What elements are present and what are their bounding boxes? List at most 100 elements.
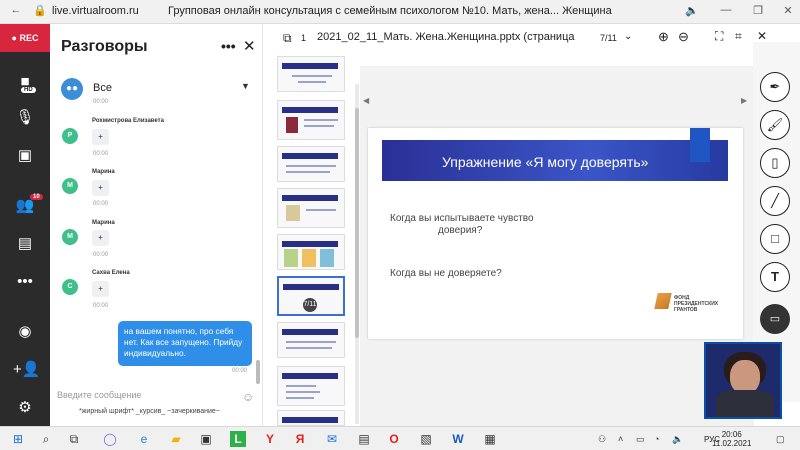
message-input[interactable]: Введите сообщение bbox=[57, 390, 257, 404]
assistant-icon[interactable]: ◯ bbox=[102, 431, 118, 447]
message-time: 00:00 bbox=[93, 303, 109, 309]
windows-start-icon[interactable]: ⊞ bbox=[10, 431, 26, 447]
tray-network-icon[interactable]: ▭ bbox=[636, 434, 645, 445]
folder-icon[interactable]: ▤ bbox=[356, 431, 372, 447]
participants-count-badge: 10 bbox=[30, 194, 43, 200]
message-time: 00:00 bbox=[93, 201, 109, 207]
chat-filter-label[interactable]: Все bbox=[93, 82, 112, 94]
address-url[interactable]: live.virtualroom.ru bbox=[52, 5, 139, 17]
store-icon[interactable]: ▣ bbox=[198, 431, 214, 447]
app-l-icon[interactable]: L bbox=[230, 431, 246, 447]
tray-people-icon[interactable]: ⚇ bbox=[598, 434, 606, 445]
message-time: 00:00 bbox=[93, 151, 109, 157]
chat-icon[interactable]: ▤ bbox=[13, 234, 37, 254]
slide-thumbnail[interactable] bbox=[277, 188, 345, 228]
brush-icon[interactable]: 🖌 bbox=[760, 110, 790, 140]
user-avatar: С bbox=[62, 279, 78, 295]
page-counter: 7/11 bbox=[600, 33, 617, 43]
next-slide-icon[interactable]: ▶ bbox=[741, 96, 747, 105]
message-bubble: + bbox=[92, 180, 109, 196]
slide-thumbnails: 7/11 bbox=[275, 54, 347, 426]
rectangle-icon[interactable]: □ bbox=[760, 224, 790, 254]
speaker-video[interactable] bbox=[704, 342, 782, 419]
message-author: Марина bbox=[92, 220, 115, 226]
message-bubble: + bbox=[92, 129, 109, 145]
emoji-icon[interactable]: ☺ bbox=[242, 390, 254, 404]
slide-thumbnail[interactable] bbox=[277, 366, 345, 406]
slide-title: Упражнение «Я могу доверять» bbox=[442, 154, 649, 170]
slide-thumbnail-active[interactable]: 7/11 bbox=[277, 276, 345, 316]
yandex-browser-icon[interactable]: Я bbox=[292, 431, 308, 447]
pen-icon[interactable]: ✒ bbox=[760, 72, 790, 102]
zoom-in-icon[interactable]: ⊕ bbox=[658, 29, 669, 45]
rec-indicator[interactable]: ● REC bbox=[0, 24, 50, 52]
slide-question-1-cont: доверия? bbox=[438, 225, 483, 236]
close-document-icon[interactable]: ✕ bbox=[757, 29, 767, 43]
tray-volume-icon[interactable]: 🔈 bbox=[672, 434, 683, 445]
slide-question-1: Когда вы испытываете чувство bbox=[390, 213, 534, 224]
message-time: 00:00 bbox=[93, 252, 109, 258]
notifications-icon[interactable]: ▢ bbox=[776, 434, 785, 445]
chevron-down-icon[interactable]: ▼ bbox=[241, 81, 250, 91]
lock-icon[interactable]: 🔒 bbox=[32, 4, 48, 17]
tray-wifi-icon[interactable]: ◔ bbox=[654, 434, 659, 444]
mail-icon[interactable]: ✉ bbox=[324, 431, 340, 447]
screen-share-icon[interactable]: ▣ bbox=[13, 146, 37, 166]
chat-panel: Разговоры ••• ✕ ●● Все ▼ 00:00 Р Рохмист… bbox=[50, 24, 263, 426]
minimize-icon[interactable]: — bbox=[718, 4, 734, 16]
more-icon[interactable]: ••• bbox=[13, 272, 37, 292]
message-author: Рохмистрова Елизавета bbox=[92, 118, 164, 124]
explorer-folder-icon[interactable]: ▰ bbox=[168, 431, 184, 447]
photos-icon[interactable]: ▧ bbox=[418, 431, 434, 447]
task-view-icon[interactable]: ⧉ bbox=[66, 431, 82, 447]
slide-title-band: Упражнение «Я могу доверять» bbox=[382, 140, 728, 181]
toggle-video-icon[interactable]: ▭ bbox=[760, 304, 790, 334]
zoom-out-icon[interactable]: ⊖ bbox=[678, 29, 689, 45]
slide-thumbnail[interactable] bbox=[277, 56, 345, 92]
own-message-time: 00:00 bbox=[232, 368, 248, 374]
slide-thumbnail[interactable] bbox=[277, 410, 345, 426]
slide-thumbnail[interactable] bbox=[277, 100, 345, 140]
eraser-icon[interactable]: ▯ bbox=[760, 148, 790, 178]
slide-thumbnail[interactable] bbox=[277, 234, 345, 270]
mute-icon[interactable]: 🔈 bbox=[684, 4, 700, 17]
restore-icon[interactable]: ❐ bbox=[750, 4, 766, 17]
tray-expand-icon[interactable]: ˄ bbox=[618, 434, 623, 444]
slide-canvas-area: ◀ ▶ Упражнение «Я могу доверять» Когда в… bbox=[360, 66, 754, 426]
chat-menu-icon[interactable]: ••• bbox=[221, 38, 236, 54]
microphone-icon[interactable]: 🎙 bbox=[13, 108, 37, 128]
chevron-down-icon[interactable]: ⌄ bbox=[624, 31, 632, 42]
message-author: Сахва Елена bbox=[92, 270, 130, 276]
edge-icon[interactable]: e bbox=[136, 431, 152, 447]
clock-date: 11.02.2021 bbox=[712, 439, 752, 448]
app-window-icon[interactable]: ▦ bbox=[482, 431, 498, 447]
word-icon[interactable]: W bbox=[450, 431, 466, 447]
slide-thumbnail[interactable] bbox=[277, 322, 345, 358]
prev-slide-icon[interactable]: ◀ bbox=[363, 96, 369, 105]
chat-scrollbar[interactable] bbox=[256, 360, 260, 384]
record-icon[interactable]: ◉ bbox=[13, 322, 37, 342]
page-prefix: 1 bbox=[301, 33, 307, 43]
fullscreen-icon[interactable]: ⛶ bbox=[715, 29, 723, 44]
crop-icon[interactable]: ⌗ bbox=[735, 29, 742, 44]
search-icon[interactable]: ⌕ bbox=[38, 431, 54, 447]
message-author: Марина bbox=[92, 169, 115, 175]
slide-thumbnail[interactable] bbox=[277, 146, 345, 182]
chat-close-icon[interactable]: ✕ bbox=[243, 37, 256, 55]
text-tool-icon[interactable]: T bbox=[760, 262, 790, 292]
clock[interactable]: 20:06 11.02.2021 bbox=[712, 430, 751, 448]
back-arrow-icon[interactable]: ← bbox=[8, 4, 24, 16]
document-icon: ⧉ bbox=[283, 31, 292, 45]
thumbnails-scrollbar[interactable] bbox=[355, 84, 359, 424]
add-user-icon[interactable]: +👤 bbox=[13, 360, 40, 380]
yandex-icon[interactable]: Y bbox=[262, 431, 278, 447]
settings-gear-icon[interactable]: ⚙ bbox=[13, 398, 37, 418]
line-icon[interactable]: ╱ bbox=[760, 186, 790, 216]
group-avatar-icon: ●● bbox=[61, 78, 83, 100]
opera-icon[interactable]: O bbox=[386, 431, 402, 447]
message-time: 00:00 bbox=[93, 99, 109, 105]
close-window-icon[interactable]: ✕ bbox=[780, 4, 796, 17]
fund-logo bbox=[654, 293, 672, 309]
own-message-bubble: на вашем понятно, про себя нет. Как все … bbox=[118, 321, 252, 366]
left-rail: ● REC ■ HD 🎙 ▣ 👥 10 ▤ ••• ◉ +👤 ⚙ bbox=[0, 24, 50, 426]
